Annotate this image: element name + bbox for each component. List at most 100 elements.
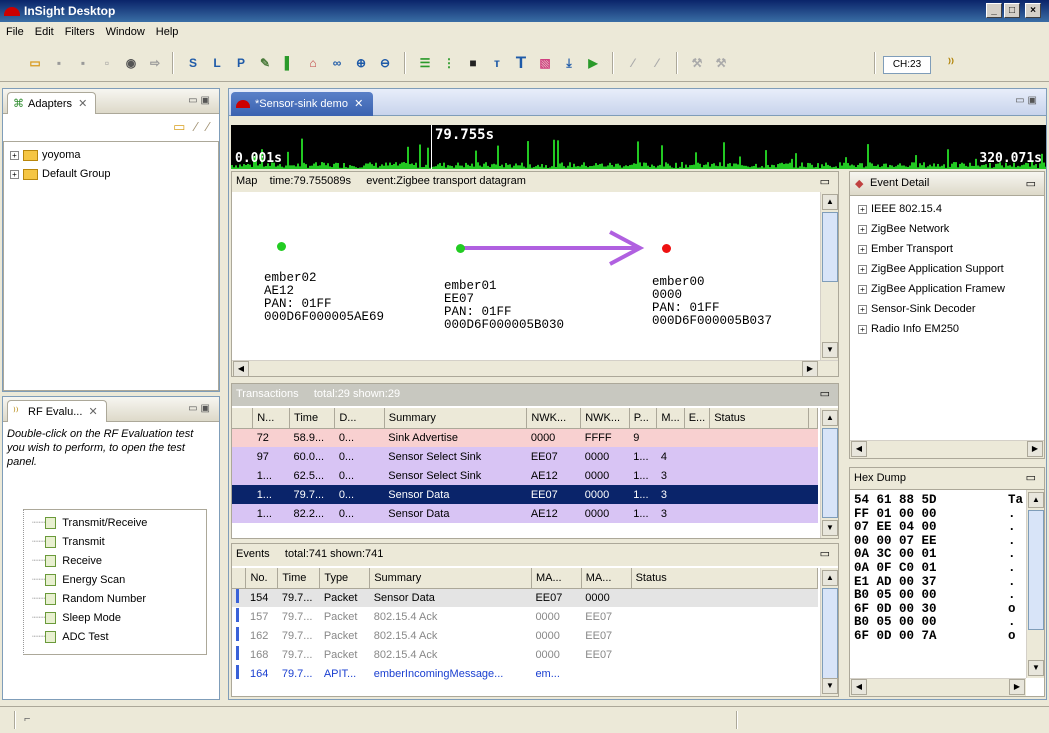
scroll-thumb[interactable] (822, 212, 838, 282)
expand-icon[interactable]: + (858, 304, 867, 314)
column-header[interactable]: NWK... (526, 408, 582, 429)
zoom-out-icon[interactable]: ⊖ (374, 52, 396, 74)
new-folder-icon[interactable]: ▭ (173, 119, 185, 134)
close-button[interactable]: × (1025, 3, 1041, 18)
rf-eval-tab[interactable]: ⁾⁾ RF Evalu... ✕ (7, 400, 107, 422)
scroll-thumb[interactable] (822, 588, 838, 684)
expand-icon[interactable]: + (858, 264, 867, 274)
column-header[interactable]: E... (684, 408, 711, 429)
table-row[interactable]: 168 79.7... Packet 802.15.4 Ack 0000 EE07 (232, 645, 818, 664)
table-row[interactable]: 157 79.7... Packet 802.15.4 Ack 0000 EE07 (232, 607, 818, 626)
scroll-down-icon[interactable]: ▼ (822, 342, 838, 358)
scroll-right-icon[interactable]: ▶ (1009, 679, 1025, 695)
scroll-down-icon[interactable]: ▼ (822, 520, 838, 536)
timeline-cursor[interactable] (431, 125, 432, 169)
timeline[interactable]: 79.755s 0.001s 320.071s (231, 125, 1046, 169)
download-icon[interactable]: ⤓ (558, 52, 580, 74)
table-row[interactable]: 1... 82.2... 0... Sensor Data AE12 0000 1... 3 (232, 504, 818, 523)
scroll-up-icon[interactable]: ▲ (1028, 492, 1044, 508)
column-header[interactable]: Time (289, 408, 336, 429)
scroll-down-icon[interactable]: ▼ (822, 678, 838, 694)
detail-tree-item[interactable]: + ZigBee Application Framew (858, 280, 1042, 300)
detail-tree-item[interactable]: + IEEE 802.15.4 (858, 200, 1042, 220)
node-dot[interactable] (662, 244, 671, 253)
print-icon[interactable]: ▫ (96, 52, 118, 74)
column-header[interactable]: M... (656, 408, 685, 429)
detail-tree-item[interactable]: + Ember Transport (858, 240, 1042, 260)
close-tab-icon[interactable]: ✕ (75, 98, 87, 110)
save-icon[interactable]: ▪ (48, 52, 70, 74)
scroll-up-icon[interactable]: ▲ (822, 194, 838, 210)
table-row[interactable]: 97 60.0... 0... Sensor Select Sink EE07 0000 1… (232, 447, 818, 466)
scroll-left-icon[interactable]: ◀ (233, 361, 249, 377)
bar-chart-icon[interactable]: ▌ (278, 52, 300, 74)
hex-ascii[interactable]: Ta....... o. o (1008, 493, 1026, 644)
highlight-icon[interactable]: ▧ (534, 52, 556, 74)
save-all-icon[interactable]: ▪ (72, 52, 94, 74)
minimize-button[interactable]: _ (986, 3, 1002, 18)
adapters-tab[interactable]: ⌘ Adapters ✕ (7, 92, 97, 114)
screen-icon[interactable]: ■ (462, 52, 484, 74)
tree-item-default-group[interactable]: + Default Group (10, 165, 212, 184)
events-vertical-scrollbar[interactable]: ▲ ▼ (820, 568, 838, 696)
test-transmit-receive[interactable]: ┈┈ Transmit/Receive (32, 514, 206, 533)
maximize-button[interactable]: □ (1004, 3, 1020, 18)
node-ember01[interactable]: ember01 EE07 PAN: 01FF 000D6F000005B030 (444, 280, 564, 332)
detail-tree-item[interactable]: + Sensor-Sink Decoder (858, 300, 1042, 320)
scroll-left-icon[interactable]: ◀ (851, 679, 867, 695)
column-header[interactable]: Status (709, 408, 809, 429)
maximize-icon[interactable]: ▭ (820, 547, 830, 560)
column-header[interactable]: P... (629, 408, 658, 429)
channel-indicator[interactable]: CH:23 (883, 56, 931, 74)
transactions-vertical-scrollbar[interactable]: ▲ ▼ (820, 408, 838, 538)
test-transmit[interactable]: ┈┈ Transmit (32, 533, 206, 552)
map-horizontal-scrollbar[interactable]: ◀ ▶ (232, 360, 838, 377)
scroll-down-icon[interactable]: ▼ (1028, 660, 1044, 676)
detail-tree-item[interactable]: + ZigBee Application Support (858, 260, 1042, 280)
tools-icon[interactable]: ⚒ (686, 52, 708, 74)
column-header[interactable]: Summary (384, 408, 528, 429)
node-dot[interactable] (456, 244, 465, 253)
menu-window[interactable]: Window (100, 22, 150, 38)
scroll-right-icon[interactable]: ▶ (1027, 441, 1043, 457)
editor-tab[interactable]: *Sensor-sink demo ✕ (231, 92, 374, 116)
wand-icon[interactable]: ⁄ (622, 52, 644, 74)
scroll-thumb[interactable] (1028, 510, 1044, 630)
maximize-icon[interactable]: ▭ (1026, 471, 1036, 484)
expand-icon[interactable]: + (858, 324, 867, 334)
test-sleep-mode[interactable]: ┈┈ Sleep Mode (32, 609, 206, 628)
column-header[interactable]: NWK... (580, 408, 630, 429)
column-header[interactable]: MA... (581, 568, 632, 589)
play-icon[interactable]: ▶ (582, 52, 604, 74)
maximize-icon[interactable]: ▭ (820, 175, 830, 188)
link-icon[interactable]: ∞ (326, 52, 348, 74)
column-header[interactable]: Summary (369, 568, 532, 589)
test-energy-scan[interactable]: ┈┈ Energy Scan (32, 571, 206, 590)
table-row[interactable]: 154 79.7... Packet Sensor Data EE07 0000 (232, 588, 818, 607)
expand-icon[interactable]: + (858, 284, 867, 294)
test-adc[interactable]: ┈┈ ADC Test (32, 628, 206, 647)
scroll-up-icon[interactable]: ▲ (822, 570, 838, 586)
connect-icon[interactable]: ⁄ (195, 119, 197, 134)
radio-signal-icon[interactable]: ⁾⁾ (940, 52, 962, 74)
hex-dump-tab[interactable]: Hex Dump ▭ (850, 468, 1044, 490)
link-filter-icon[interactable]: L (206, 52, 228, 74)
scroll-right-icon[interactable]: ▶ (802, 361, 818, 377)
node-ember00[interactable]: ember00 0000 PAN: 01FF 000D6F000005B037 (652, 276, 772, 328)
add-list-icon[interactable]: ☰ (414, 52, 436, 74)
test-receive[interactable]: ┈┈ Receive (32, 552, 206, 571)
close-tab-icon[interactable]: ✕ (85, 406, 98, 418)
pen-icon[interactable]: ✎ (254, 52, 276, 74)
close-tab-icon[interactable]: ✕ (354, 98, 363, 110)
hex-bytes[interactable]: 54 61 88 5D FF 01 00 00 07 EE 04 00 00 00 0… (854, 493, 1004, 644)
export-icon[interactable]: ⇨ (144, 52, 166, 74)
text-cursor-icon[interactable]: ᴛ (486, 52, 508, 74)
scroll-thumb[interactable] (822, 428, 838, 518)
table-row[interactable]: 164 79.7... APIT... emberIncomingMessage...… (232, 664, 818, 683)
packet-filter-icon[interactable]: P (230, 52, 252, 74)
disconnect-icon[interactable]: ⁄ (207, 119, 209, 134)
tree-icon[interactable]: ⋮ (438, 52, 460, 74)
node-dot[interactable] (277, 242, 286, 251)
table-row[interactable]: 162 79.7... Packet 802.15.4 Ack 0000 EE07 (232, 626, 818, 645)
column-header[interactable]: Status (631, 568, 819, 589)
